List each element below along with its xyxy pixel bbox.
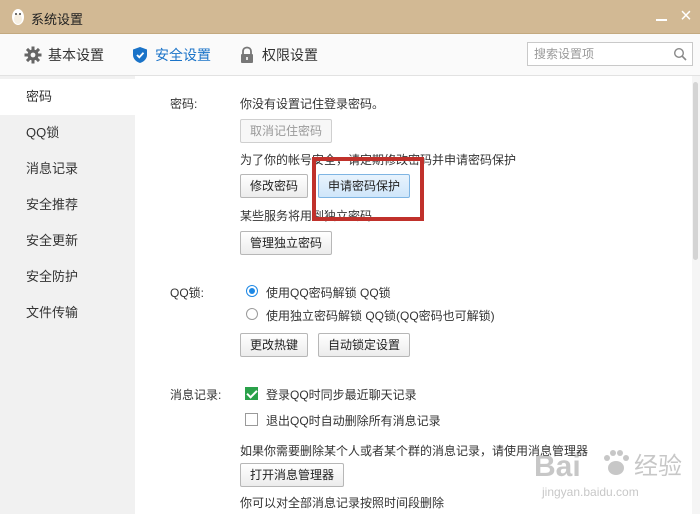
sidebar-item-qqlock[interactable]: QQ锁 [0,115,135,151]
title-bar[interactable]: 系统设置 × [0,0,700,34]
time-delete-tip: 你可以对全部消息记录按照时间段删除 [240,496,445,510]
qqlock-option-qq-password-label[interactable]: 使用QQ密码解锁 QQ锁 [266,284,391,301]
tab-permission-settings[interactable]: 权限设置 [238,34,318,76]
tab-security-settings[interactable]: 安全设置 [131,34,211,76]
sidebar-item-password[interactable]: 密码 [0,79,135,115]
watermark-jingyan: 经验 [634,452,682,480]
tab-label: 基本设置 [48,47,104,63]
close-button[interactable]: × [676,5,696,27]
watermark-bai: Bai [534,450,581,483]
lock-icon [241,46,253,63]
qqlock-section-label: QQ锁: [170,286,205,300]
baidu-jingyan-watermark: Bai 经验 jingyan.baidu.com [534,450,682,499]
message-history-section-label: 消息记录: [170,388,222,402]
change-hotkey-button[interactable]: 更改热键 [240,333,309,357]
window-title: 系统设置 [31,12,84,27]
tab-label: 安全设置 [155,47,211,63]
sidebar-item-security-protection[interactable]: 安全防护 [0,259,135,295]
sidebar-item-security-recommend[interactable]: 安全推荐 [0,187,135,223]
highlight-annotation-box [312,157,424,221]
cancel-remember-password-button[interactable]: 取消记住密码 [240,119,333,143]
open-message-manager-button[interactable]: 打开消息管理器 [240,463,345,487]
sidebar: 密码 QQ锁 消息记录 安全推荐 安全更新 安全防护 文件传输 [0,76,135,514]
qq-penguin-icon [12,9,24,25]
tab-basic-settings[interactable]: 基本设置 [24,34,104,76]
qqlock-option-qq-password-radio[interactable] [246,285,258,297]
watermark-url: jingyan.baidu.com [541,485,639,499]
change-password-button[interactable]: 修改密码 [240,174,309,198]
gear-icon [24,46,42,64]
password-status-text: 你没有设置记住登录密码。 [240,97,385,111]
auto-delete-messages-label[interactable]: 退出QQ时自动删除所有消息记录 [266,412,441,429]
search-icon[interactable] [673,47,687,61]
search-box[interactable] [527,42,693,66]
qqlock-option-independent-label[interactable]: 使用独立密码解锁 QQ锁(QQ密码也可解锁) [266,307,495,324]
auto-lock-settings-button[interactable]: 自动锁定设置 [318,333,411,357]
paw-icon [604,450,629,475]
sidebar-item-message-history[interactable]: 消息记录 [0,151,135,187]
manage-independent-password-button[interactable]: 管理独立密码 [240,231,333,255]
minimize-button[interactable] [652,5,670,27]
tab-bar: 基本设置 安全设置 权限设置 [0,34,700,76]
sidebar-item-file-transfer[interactable]: 文件传输 [0,295,135,331]
auto-delete-messages-checkbox[interactable] [245,413,258,426]
sidebar-item-security-update[interactable]: 安全更新 [0,223,135,259]
sync-recent-chats-checkbox[interactable] [245,387,258,400]
tab-label: 权限设置 [262,47,318,63]
scrollbar-thumb[interactable] [693,82,698,260]
password-section-label: 密码: [170,97,198,111]
search-input[interactable] [528,43,680,65]
sync-recent-chats-label[interactable]: 登录QQ时同步最近聊天记录 [266,386,417,403]
shield-icon [133,47,147,63]
qqlock-option-independent-radio[interactable] [246,308,258,320]
